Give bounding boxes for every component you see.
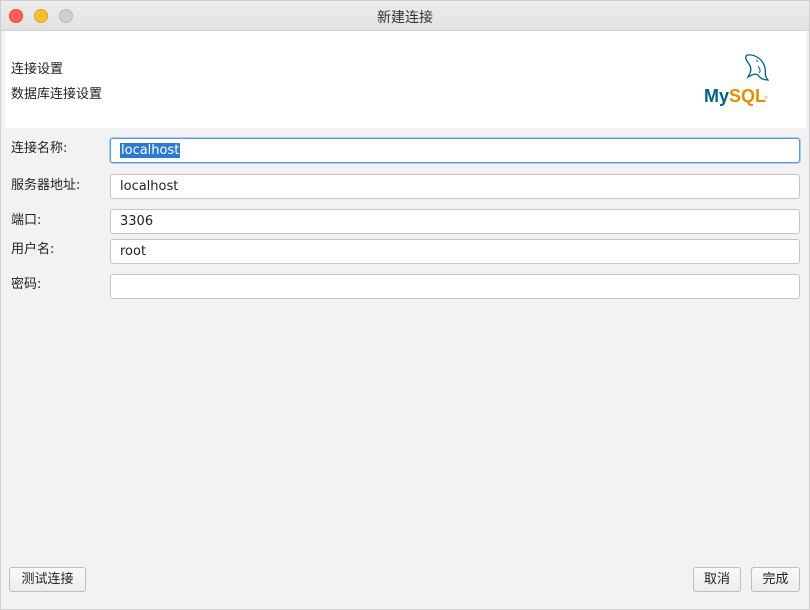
svg-text:®: ® (764, 95, 768, 100)
server-address-field[interactable]: localhost (110, 174, 800, 199)
title-bar: 新建连接 (1, 1, 809, 31)
connection-name-field[interactable]: localhost (110, 138, 800, 163)
connection-name-label: 连接名称: (11, 141, 68, 156)
port-field[interactable]: 3306 (110, 209, 800, 234)
connection-name-value: localhost (120, 143, 181, 158)
test-connection-button[interactable]: 测试连接 (9, 567, 86, 592)
new-connection-dialog: 新建连接 连接设置 数据库连接设置 MySQL ® 连接名称: localhos… (0, 0, 810, 610)
dialog-header: 连接设置 数据库连接设置 MySQL ® (5, 31, 806, 128)
port-label: 端口: (11, 213, 42, 228)
dolphin-icon (745, 54, 769, 81)
username-label: 用户名: (11, 242, 55, 257)
window-title: 新建连接 (377, 10, 433, 26)
cancel-button[interactable]: 取消 (693, 567, 741, 592)
logo-text: MySQL (704, 86, 766, 106)
password-field[interactable] (110, 274, 800, 299)
mysql-logo: MySQL ® (704, 54, 769, 106)
header-subtitle: 数据库连接设置 (11, 87, 103, 102)
username-field[interactable]: root (110, 239, 800, 264)
password-label: 密码: (11, 277, 42, 292)
done-button[interactable]: 完成 (751, 567, 800, 592)
server-address-label: 服务器地址: (11, 178, 81, 193)
connection-form: 连接名称: localhost 服务器地址: localhost 端口: 330… (5, 128, 806, 558)
header-title: 连接设置 (11, 62, 64, 77)
